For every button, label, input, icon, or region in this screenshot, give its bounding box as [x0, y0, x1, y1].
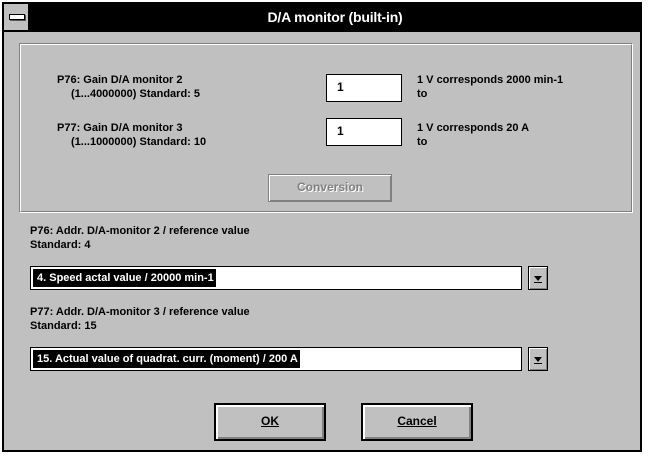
cancel-label: Cancel — [397, 414, 437, 428]
p77-address-label: P77: Addr. D/A-monitor 3 / reference val… — [30, 306, 250, 318]
p76-address-selected: 4. Speed actal value / 20000 min-1 — [33, 269, 216, 287]
system-menu-icon[interactable] — [4, 4, 30, 30]
p77-address-combo[interactable]: 15. Actual value of quadrat. curr. (mome… — [30, 347, 522, 371]
p76-gain-label: P76: Gain D/A monitor 2 — [57, 74, 183, 86]
p77-gain-input[interactable]: 1 — [326, 118, 402, 146]
p77-gain-label: P77: Gain D/A monitor 3 — [57, 122, 183, 134]
chevron-down-icon — [534, 276, 542, 281]
dialog-window: D/A monitor (built-in) P76: Gain D/A mon… — [2, 2, 642, 452]
p77-note: 1 V corresponds 20 A — [417, 122, 530, 134]
title-bar: D/A monitor (built-in) — [4, 4, 640, 32]
ok-button[interactable]: OK — [214, 403, 326, 441]
p77-address-selected: 15. Actual value of quadrat. curr. (mome… — [33, 350, 300, 368]
p76-note-to: to — [417, 88, 428, 100]
p77-dropdown-button[interactable] — [528, 347, 548, 371]
chevron-down-icon — [534, 357, 542, 362]
p77-note-to: to — [417, 136, 428, 148]
p76-gain-input[interactable]: 1 — [326, 74, 402, 102]
p76-address-combo[interactable]: 4. Speed actal value / 20000 min-1 — [30, 266, 522, 290]
p76-dropdown-button[interactable] — [528, 266, 548, 290]
p77-address-standard: Standard: 15 — [30, 320, 97, 332]
p76-gain-range: (1...4000000) Standard: 5 — [71, 88, 201, 100]
p76-address-label: P76: Addr. D/A-monitor 2 / reference val… — [30, 225, 250, 237]
ok-label: OK — [261, 414, 279, 428]
cancel-button[interactable]: Cancel — [361, 403, 473, 441]
window-title: D/A monitor (built-in) — [267, 9, 403, 25]
conversion-button[interactable]: Conversion — [268, 174, 392, 202]
p76-note: 1 V corresponds 2000 min-1 — [417, 74, 564, 86]
p77-gain-range: (1...1000000) Standard: 10 — [71, 136, 207, 148]
p76-address-standard: Standard: 4 — [30, 239, 91, 251]
